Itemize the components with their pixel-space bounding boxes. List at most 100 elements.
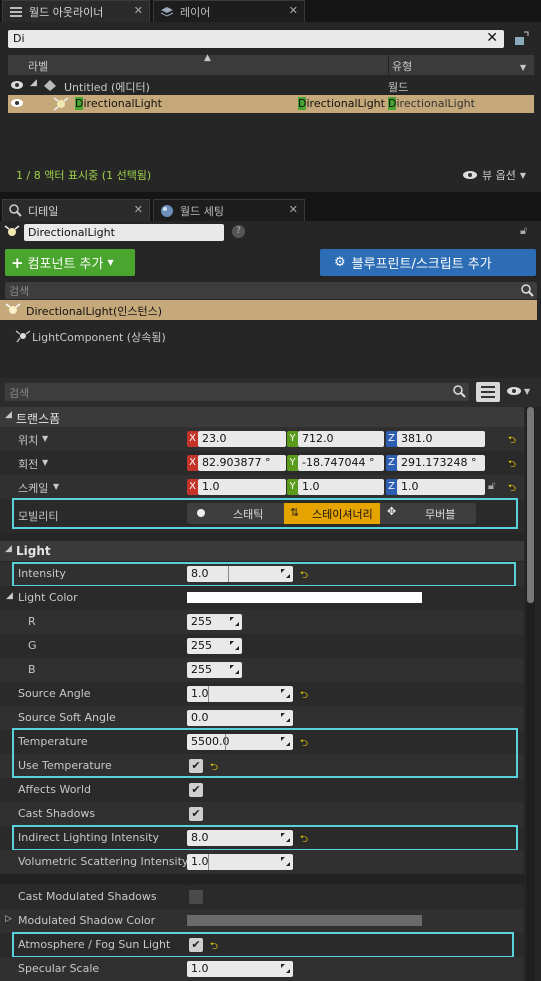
eye-icon [507, 387, 521, 395]
modulated-color-swatch[interactable] [187, 915, 422, 926]
directional-light-icon [4, 225, 20, 236]
row-col2-rest: irectionalLight [306, 97, 385, 110]
specular-field[interactable]: 1.0 [187, 961, 293, 977]
g-value: 255 [191, 639, 212, 652]
property-search-input[interactable]: 검색 [9, 385, 29, 401]
row-type-rest: irectionalLight [396, 97, 475, 110]
volumetric-field[interactable]: 1.0 [187, 854, 293, 870]
scale-y-field[interactable]: 1.0 [298, 479, 384, 495]
collapsed-arrow-icon[interactable]: ▷ [5, 914, 12, 924]
search-icon[interactable] [521, 284, 534, 297]
reset-to-default-icon[interactable]: ⮌ [508, 481, 516, 498]
blueprint-label: 블루프린트/스크립트 추가 [351, 257, 492, 272]
lock-icon[interactable]: 🔓︎ [520, 224, 527, 238]
visibility-options-button[interactable]: ▼ [506, 386, 530, 396]
b-value: 255 [191, 663, 212, 676]
scrollbar-thumb[interactable] [527, 407, 534, 603]
r-field[interactable]: 255 [187, 614, 242, 630]
volumetric-label: Volumetric Scattering Intensity [18, 855, 189, 868]
property-matrix-button[interactable] [476, 382, 500, 402]
view-options-button[interactable]: 뷰 옵션 ▼ [462, 167, 526, 183]
cast-shadows-checkbox[interactable]: ✔ [189, 807, 203, 821]
location-z-field[interactable]: 381.0 [397, 431, 485, 447]
lock-icon[interactable]: 🔓︎ [488, 479, 495, 493]
property-search[interactable]: 검색 [5, 383, 469, 401]
help-icon[interactable]: ? [232, 225, 245, 238]
g-field[interactable]: 255 [187, 638, 242, 654]
rotation-row: 회전 ▼ X 82.903877 ° Y -18.747044 ° Z 291.… [0, 451, 524, 475]
plus-icon: + [11, 253, 24, 272]
chevron-down-icon: ▼ [524, 386, 531, 396]
reset-to-default-icon[interactable]: ⮌ [300, 688, 308, 705]
eye-icon[interactable] [10, 80, 24, 90]
drag-spin-icon [281, 713, 290, 722]
light-color-swatch[interactable] [187, 592, 422, 603]
source-soft-angle-label: Source Soft Angle [18, 711, 116, 724]
actor-name-input[interactable]: DirectionalLight [24, 224, 224, 241]
drag-spin-icon [281, 857, 290, 866]
chevron-down-icon[interactable]: ▼ [42, 458, 48, 467]
close-icon[interactable]: ✕ [289, 4, 298, 17]
affects-world-checkbox[interactable]: ✔ [189, 783, 203, 797]
tab-details[interactable]: 디테일 ✕ [2, 199, 150, 221]
tab-world-settings[interactable]: 월드 세팅 ✕ [153, 199, 305, 221]
pin-icon[interactable] [512, 31, 530, 47]
chevron-down-icon[interactable]: ▼ [42, 434, 48, 443]
component-label: LightComponent (상속됨) [32, 331, 166, 344]
component-search-input[interactable]: 검색 [9, 283, 29, 299]
close-icon[interactable]: ✕ [134, 4, 143, 17]
close-icon[interactable]: ✕ [289, 203, 298, 216]
cast-modulated-label: Cast Modulated Shadows [18, 890, 157, 903]
expand-arrow-icon[interactable]: ◢ [30, 78, 37, 88]
blueprint-script-button[interactable]: ⚙ 블루프린트/스크립트 추가 [320, 249, 536, 276]
b-label: B [28, 663, 36, 676]
column-type[interactable]: 유형 [392, 58, 412, 74]
eye-icon[interactable] [10, 98, 24, 108]
r-row: R 255 [0, 610, 524, 634]
cast-modulated-checkbox[interactable] [189, 890, 203, 904]
b-field[interactable]: 255 [187, 662, 242, 678]
rotation-z-field[interactable]: 291.173248 ° [397, 455, 485, 471]
directional-light-icon [53, 97, 69, 111]
source-angle-field[interactable]: 1.0 [187, 686, 293, 702]
close-icon[interactable]: ✕ [134, 203, 143, 216]
scale-x-field[interactable]: 1.0 [198, 479, 286, 495]
volumetric-row: Volumetric Scattering Intensity 1.0 [0, 850, 524, 874]
outliner-icon [10, 6, 22, 17]
expanded-arrow-icon: ◢ [5, 410, 12, 420]
column-label[interactable]: 라벨 [28, 58, 48, 74]
light-section-header[interactable]: ◢ Light [0, 541, 524, 561]
row-name: Untitled (에디터) [64, 81, 150, 94]
search-icon[interactable] [453, 385, 466, 398]
chevron-down-icon[interactable]: ▼ [53, 482, 59, 491]
component-row[interactable]: LightComponent (상속됨) [0, 326, 537, 346]
reset-to-default-icon[interactable]: ⮌ [508, 433, 516, 450]
location-row: 위치 ▼ X 23.0 Y 712.0 Z 381.0 ⮌ [0, 427, 524, 451]
chevron-down-icon[interactable]: ▼ [520, 63, 526, 72]
location-x-field[interactable]: 23.0 [198, 431, 286, 447]
rotation-x-field[interactable]: 82.903877 ° [198, 455, 286, 471]
outliner-row-selected[interactable]: DirectionalLight DirectionalLight Direct… [8, 95, 534, 113]
expanded-arrow-icon[interactable]: ◢ [6, 591, 13, 601]
cast-shadows-row: Cast Shadows ✔ [0, 802, 524, 826]
add-component-button[interactable]: + 컴포넌트 추가 ▼ [5, 249, 135, 276]
component-label: DirectionalLight(인스턴스) [26, 305, 163, 318]
location-y-field[interactable]: 712.0 [298, 431, 384, 447]
clear-search-icon[interactable]: ✕ [486, 30, 498, 46]
component-search[interactable]: 검색 [5, 282, 537, 299]
scale-z-field[interactable]: 1.0 [397, 479, 485, 495]
outliner-search[interactable]: Di ✕ [8, 30, 504, 48]
g-row: G 255 [0, 634, 524, 658]
scrollbar-track[interactable] [526, 407, 535, 981]
outliner-search-input[interactable]: Di [13, 32, 25, 45]
component-row-selected[interactable]: DirectionalLight(인스턴스) [0, 300, 537, 320]
reset-to-default-icon[interactable]: ⮌ [508, 457, 516, 474]
rotation-y-field[interactable]: -18.747044 ° [298, 455, 384, 471]
tab-layers[interactable]: 레이어 ✕ [153, 0, 305, 22]
tab-world-outliner[interactable]: 월드 아웃라이너 ✕ [2, 0, 150, 22]
outliner-row[interactable]: ◢ Untitled (에디터) 월드 [8, 77, 534, 95]
sort-up-icon[interactable]: ▲ [204, 53, 211, 63]
transform-section-header[interactable]: ◢ 트랜스폼 [0, 407, 524, 427]
drag-spin-icon [281, 964, 290, 973]
source-soft-angle-field[interactable]: 0.0 [187, 710, 293, 726]
